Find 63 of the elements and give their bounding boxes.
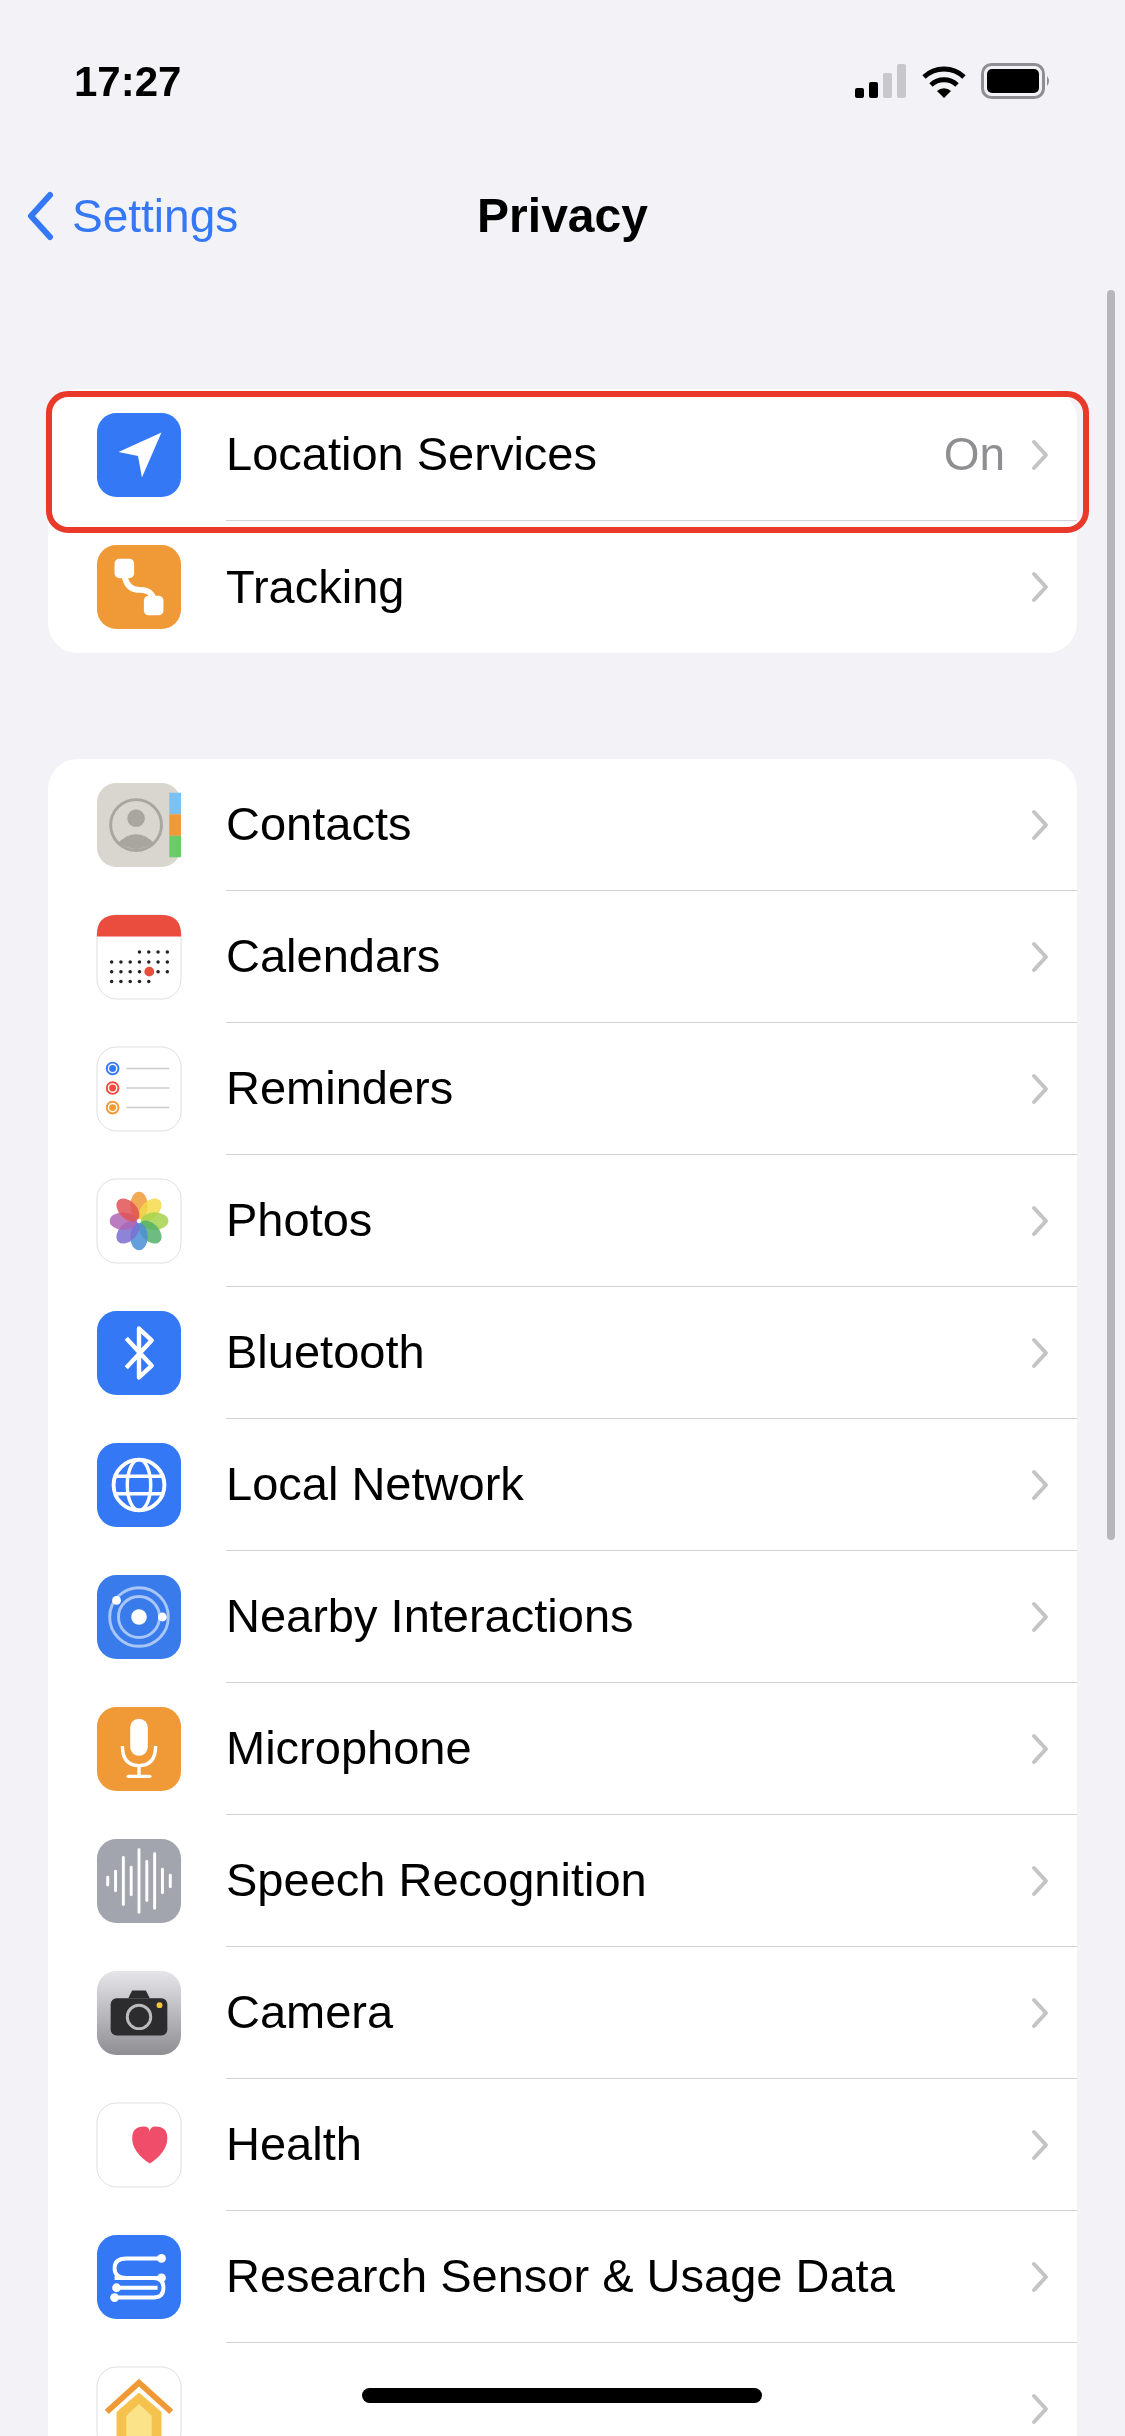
bluetooth-icon (96, 1310, 182, 1396)
row-label: Tracking (226, 558, 406, 615)
row-label: Photos (226, 1192, 374, 1249)
row-label: Speech Recognition (226, 1852, 648, 1909)
settings-row[interactable]: Camera (48, 1947, 1077, 2079)
settings-row[interactable]: Photos (48, 1155, 1077, 1287)
chevron-icon (1031, 2260, 1049, 2293)
chevron-icon (1031, 1732, 1049, 1765)
chevron-icon (1031, 940, 1049, 973)
row-label: Research Sensor & Usage Data (226, 2248, 896, 2305)
chevron-icon (1031, 2128, 1049, 2161)
contacts-icon (96, 782, 182, 868)
calendar-icon (96, 914, 182, 1000)
row-value: On (943, 427, 1005, 482)
settings-row[interactable]: Calendars (48, 891, 1077, 1023)
row-label: Reminders (226, 1060, 455, 1117)
chevron-icon (1031, 1864, 1049, 1897)
tracking-icon (96, 544, 182, 630)
flower-icon (96, 1178, 182, 1264)
chevron-icon (1031, 2393, 1049, 2425)
chevron-icon (1031, 1204, 1049, 1237)
page-title: Privacy (477, 188, 648, 244)
row-label: Bluetooth (226, 1324, 426, 1381)
settings-row[interactable]: Research Sensor & Usage Data (48, 2211, 1077, 2343)
microphone-icon (96, 1706, 182, 1792)
settings-row[interactable]: Bluetooth (48, 1287, 1077, 1419)
chevron-icon (1031, 1072, 1049, 1105)
chevron-icon (1031, 1468, 1049, 1501)
settings-row[interactable]: Location Services On (48, 389, 1077, 521)
row-label: Calendars (226, 928, 442, 985)
radar-icon (96, 1574, 182, 1660)
row-label: Camera (226, 1984, 395, 2041)
reminders-list-icon (96, 1046, 182, 1132)
back-chevron-icon (26, 191, 54, 241)
signal-icon (855, 64, 907, 98)
settings-row[interactable]: Tracking (48, 521, 1077, 653)
back-button[interactable]: Settings (0, 181, 239, 251)
settings-row[interactable]: Speech Recognition (48, 1815, 1077, 1947)
sensor-lines-icon (96, 2234, 182, 2320)
chevron-icon (1031, 571, 1049, 603)
settings-row[interactable]: Local Network (48, 1419, 1077, 1551)
row-label: Microphone (226, 1720, 473, 1777)
settings-row[interactable]: Reminders (48, 1023, 1077, 1155)
waveform-icon (96, 1838, 182, 1924)
globe-icon (96, 1442, 182, 1528)
wifi-icon (921, 64, 967, 98)
row-label: Local Network (226, 1456, 525, 1513)
settings-row[interactable]: Health (48, 2079, 1077, 2211)
camera-icon (96, 1970, 182, 2056)
chevron-icon (1031, 808, 1049, 841)
chevron-icon (1031, 1336, 1049, 1369)
row-label: Location Services (226, 426, 598, 483)
settings-row[interactable]: Nearby Interactions (48, 1551, 1077, 1683)
chevron-icon (1031, 438, 1049, 471)
row-label: Nearby Interactions (226, 1588, 635, 1645)
settings-row[interactable]: Microphone (48, 1683, 1077, 1815)
settings-row[interactable]: Contacts (48, 759, 1077, 891)
chevron-icon (1031, 1600, 1049, 1633)
status-time: 17:27 (74, 56, 182, 107)
row-label: Health (226, 2116, 363, 2173)
battery-icon (981, 63, 1051, 99)
row-label: Contacts (226, 796, 413, 853)
chevron-icon (1031, 1996, 1049, 2029)
